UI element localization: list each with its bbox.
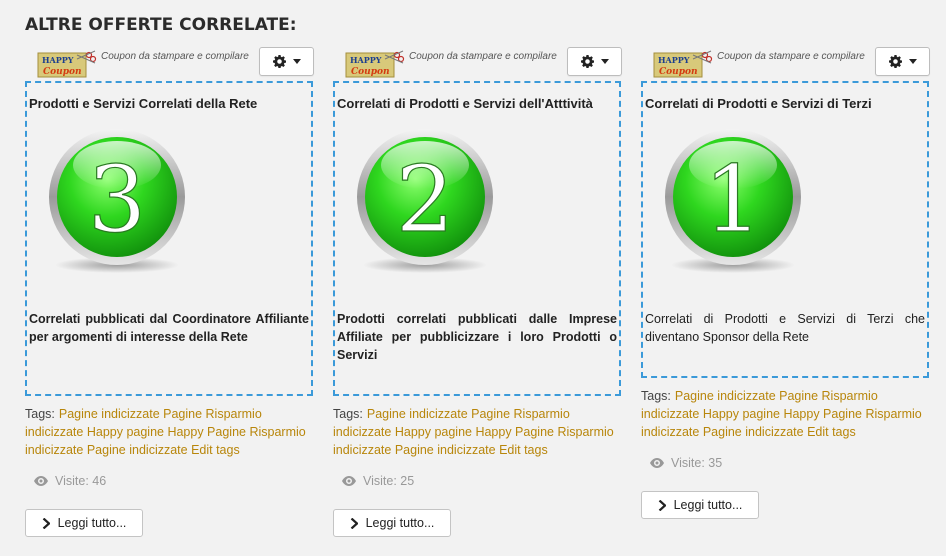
happy-coupon-logo: HAPPY Coupon bbox=[653, 50, 713, 78]
offer-card: HAPPY Coupon Coupon da stampare e compil… bbox=[333, 46, 623, 537]
views-label: Visite: 35 bbox=[671, 456, 723, 470]
views-count: Visite: 35 bbox=[650, 456, 722, 470]
tags-label: Tags: bbox=[25, 407, 55, 421]
svg-text:Coupon: Coupon bbox=[43, 67, 82, 77]
card-header: HAPPY Coupon Coupon da stampare e compil… bbox=[333, 46, 623, 80]
svg-text:Coupon: Coupon bbox=[659, 67, 698, 77]
tags-links[interactable]: Pagine indicizzate Pagine Risparmio indi… bbox=[641, 389, 922, 439]
gear-icon bbox=[580, 55, 594, 68]
card-header: HAPPY Coupon Coupon da stampare e compil… bbox=[641, 46, 931, 80]
card-title: Prodotti e Servizi Correlati della Rete bbox=[29, 96, 258, 111]
offer-card: HAPPY Coupon Coupon da stampare e compil… bbox=[641, 46, 931, 519]
views-count: Visite: 46 bbox=[34, 474, 106, 488]
settings-dropdown-button[interactable] bbox=[875, 47, 930, 76]
svg-text:1: 1 bbox=[704, 146, 763, 253]
tags-links[interactable]: Pagine indicizzate Pagine Risparmio indi… bbox=[333, 407, 614, 457]
card-description: Correlati pubblicati dal Coordinatore Af… bbox=[29, 312, 309, 344]
settings-dropdown-button[interactable] bbox=[259, 47, 314, 76]
read-more-button[interactable]: Leggi tutto... bbox=[333, 509, 451, 537]
views-count: Visite: 25 bbox=[342, 474, 414, 488]
coupon-caption: Coupon da stampare e compilare bbox=[101, 51, 249, 62]
chevron-down-icon bbox=[292, 59, 301, 64]
number-badge-icon: 1 bbox=[665, 129, 801, 273]
tags-row: Tags: Pagine indicizzate Pagine Risparmio… bbox=[641, 387, 931, 441]
svg-text:2: 2 bbox=[396, 146, 455, 253]
eye-icon bbox=[34, 476, 48, 486]
svg-text:3: 3 bbox=[88, 146, 147, 253]
eye-icon bbox=[342, 476, 356, 486]
svg-text:Coupon: Coupon bbox=[351, 67, 390, 77]
offer-card: HAPPY Coupon Coupon da stampare e compil… bbox=[25, 46, 315, 537]
tags-row: Tags: Pagine indicizzate Pagine Risparmio… bbox=[333, 405, 623, 459]
eye-icon bbox=[650, 458, 664, 468]
number-badge-icon: 3 bbox=[49, 129, 185, 273]
read-more-label: Leggi tutto... bbox=[365, 516, 435, 530]
views-label: Visite: 46 bbox=[55, 474, 107, 488]
views-label: Visite: 25 bbox=[363, 474, 415, 488]
happy-coupon-logo: HAPPY Coupon bbox=[345, 50, 405, 78]
tags-label: Tags: bbox=[641, 389, 671, 403]
card-header: HAPPY Coupon Coupon da stampare e compil… bbox=[25, 46, 315, 80]
gear-icon bbox=[888, 55, 902, 68]
card-description: Correlati di Prodotti e Servizi di Terzi… bbox=[645, 312, 925, 344]
read-more-label: Leggi tutto... bbox=[673, 498, 743, 512]
coupon-caption: Coupon da stampare e compilare bbox=[717, 51, 865, 62]
tags-row: Tags: Pagine indicizzate Pagine Risparmio… bbox=[25, 405, 315, 459]
settings-dropdown-button[interactable] bbox=[567, 47, 622, 76]
chevron-right-icon bbox=[42, 517, 50, 529]
card-content-box: Correlati di Prodotti e Servizi dell'Att… bbox=[333, 81, 621, 396]
chevron-right-icon bbox=[658, 499, 666, 511]
card-content-box: Correlati di Prodotti e Servizi di Terzi… bbox=[641, 81, 929, 378]
number-badge-icon: 2 bbox=[357, 129, 493, 273]
read-more-label: Leggi tutto... bbox=[57, 516, 127, 530]
read-more-button[interactable]: Leggi tutto... bbox=[641, 491, 759, 519]
section-title: ALTRE OFFERTE CORRELATE: bbox=[25, 15, 297, 35]
chevron-down-icon bbox=[600, 59, 609, 64]
card-content-box: Prodotti e Servizi Correlati della Rete … bbox=[25, 81, 313, 396]
card-description: Prodotti correlati pubblicati dalle Impr… bbox=[337, 312, 617, 362]
gear-icon bbox=[272, 55, 286, 68]
read-more-button[interactable]: Leggi tutto... bbox=[25, 509, 143, 537]
card-title: Correlati di Prodotti e Servizi di Terzi bbox=[645, 96, 872, 111]
tags-label: Tags: bbox=[333, 407, 363, 421]
svg-text:HAPPY: HAPPY bbox=[658, 55, 690, 65]
happy-coupon-logo: HAPPY Coupon bbox=[37, 50, 97, 78]
svg-text:HAPPY: HAPPY bbox=[42, 55, 74, 65]
chevron-down-icon bbox=[908, 59, 917, 64]
chevron-right-icon bbox=[350, 517, 358, 529]
svg-text:HAPPY: HAPPY bbox=[350, 55, 382, 65]
card-title: Correlati di Prodotti e Servizi dell'Att… bbox=[337, 96, 593, 111]
tags-links[interactable]: Pagine indicizzate Pagine Risparmio indi… bbox=[25, 407, 306, 457]
coupon-caption: Coupon da stampare e compilare bbox=[409, 51, 557, 62]
